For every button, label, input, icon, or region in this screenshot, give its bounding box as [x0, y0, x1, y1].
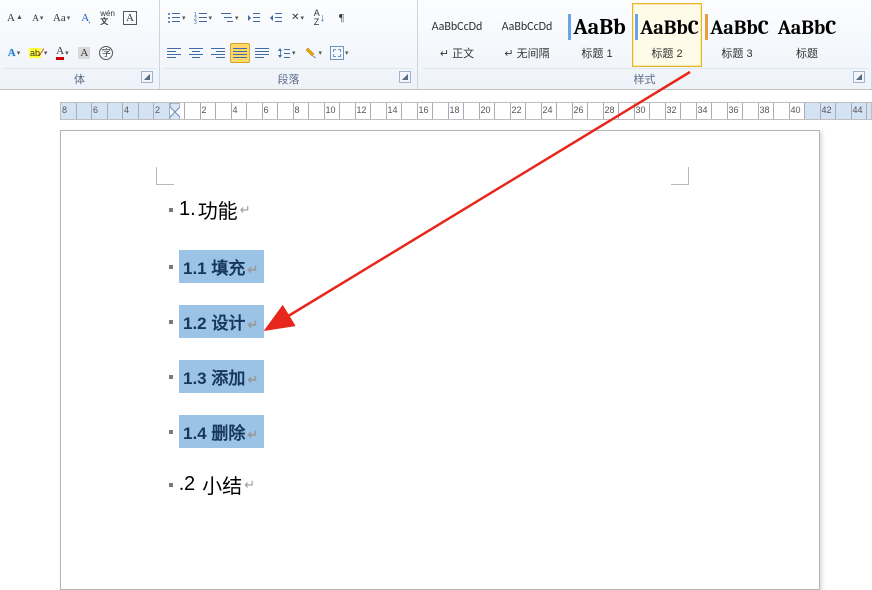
multilevel-list-button[interactable]: ▾: [217, 8, 242, 28]
document-content[interactable]: 1. 功能 ↵ 1.1 填充↵ 1.2 设计↵ 1.3 添加↵ 1.4 删除↵: [169, 195, 569, 525]
show-formatting-button[interactable]: ¶: [332, 8, 352, 28]
paragraph-mark-icon: ↵: [244, 477, 255, 493]
style-heading-2[interactable]: AaBbC 标题 2: [632, 3, 702, 67]
decrease-indent-button[interactable]: [244, 8, 264, 28]
style-heading-1[interactable]: AaBb 标题 1: [562, 3, 632, 67]
character-shading-button[interactable]: A: [74, 43, 94, 63]
align-center-button[interactable]: [186, 43, 206, 63]
hanging-indent-marker[interactable]: [170, 112, 180, 120]
font-group: A▲ A▾ Aa▾ A͎ wén文 A A▾ ab⁄▾ A▾ A 字 体 ◢: [0, 0, 160, 89]
outline-bullet-icon: [169, 320, 173, 324]
heading-text: 小结: [202, 470, 242, 499]
font-color-button[interactable]: A▾: [52, 43, 72, 63]
paragraph-mark-icon: ↵: [240, 202, 251, 218]
styles-gallery: AaBbCcDd ↵ 正文 AaBbCcDd ↵ 无间隔 AaBb 标题 1 A…: [422, 3, 867, 67]
heading-2-para[interactable]: 1.1 填充↵: [169, 250, 569, 283]
text-effects-button[interactable]: A▾: [4, 43, 24, 63]
paragraph-group-label: 段落 ◢: [164, 68, 413, 89]
shading-button[interactable]: ▾: [301, 43, 326, 63]
margin-corner-top-right: [671, 167, 689, 185]
heading-number: 1.: [179, 198, 196, 221]
enclose-characters-button[interactable]: 字: [96, 43, 116, 63]
outline-bullet-icon: [169, 483, 173, 487]
sort-button[interactable]: AZ↓: [310, 8, 330, 28]
styles-group-label: 样式 ◢: [422, 68, 867, 89]
increase-indent-button[interactable]: [266, 8, 286, 28]
margin-corner-top-left: [156, 167, 174, 185]
heading-1-para[interactable]: .2 小结 ↵: [169, 470, 569, 499]
character-border-button[interactable]: A: [120, 8, 140, 28]
numbering-button[interactable]: 123▾: [191, 8, 216, 28]
align-right-button[interactable]: [208, 43, 228, 63]
asian-layout-button[interactable]: ✕▾: [288, 8, 308, 28]
font-dialog-launcher[interactable]: ◢: [141, 71, 153, 83]
grow-font-button[interactable]: A▲: [4, 8, 26, 28]
ribbon: A▲ A▾ Aa▾ A͎ wén文 A A▾ ab⁄▾ A▾ A 字 体 ◢ ▾: [0, 0, 872, 90]
border-icon: [330, 46, 344, 60]
style-title[interactable]: AaBbC 标题: [772, 3, 842, 67]
document-page[interactable]: 1. 功能 ↵ 1.1 填充↵ 1.2 设计↵ 1.3 添加↵ 1.4 删除↵: [60, 130, 820, 590]
outline-bullet-icon: [169, 208, 173, 212]
outline-bullet-icon: [169, 430, 173, 434]
align-left-button[interactable]: [164, 43, 184, 63]
heading-2-para[interactable]: 1.2 设计↵: [169, 305, 569, 338]
shrink-font-button[interactable]: A▾: [28, 8, 48, 28]
heading-1-para[interactable]: 1. 功能 ↵: [169, 195, 569, 224]
style-heading-3[interactable]: AaBbC 标题 3: [702, 3, 772, 67]
font-group-label: 体 ◢: [4, 68, 155, 89]
align-justify-button[interactable]: [230, 43, 250, 63]
styles-group: AaBbCcDd ↵ 正文 AaBbCcDd ↵ 无间隔 AaBb 标题 1 A…: [418, 0, 872, 89]
change-case-button[interactable]: Aa▾: [50, 8, 73, 28]
clear-formatting-button[interactable]: A͎: [75, 8, 95, 28]
heading-number: 2: [184, 473, 195, 496]
highlight-color-button[interactable]: ab⁄▾: [26, 43, 50, 63]
horizontal-ruler[interactable]: 8 6 4 2 2 4 6 8 10 12 14 16 18: [60, 102, 872, 120]
outline-bullet-icon: [169, 375, 173, 379]
bullets-button[interactable]: ▾: [164, 8, 189, 28]
style-normal[interactable]: AaBbCcDd ↵ 正文: [422, 3, 492, 67]
heading-2-para[interactable]: 1.4 删除↵: [169, 415, 569, 448]
phonetic-guide-button[interactable]: wén文: [97, 8, 118, 28]
paragraph-group: ▾ 123▾ ▾ ✕▾ AZ↓ ¶ ▾ ▾ ▾ 段落 ◢: [160, 0, 418, 89]
document-area: 8 6 4 2 2 4 6 8 10 12 14 16 18: [0, 90, 872, 517]
line-spacing-button[interactable]: ▾: [274, 43, 299, 63]
style-no-spacing[interactable]: AaBbCcDd ↵ 无间隔: [492, 3, 562, 67]
borders-button[interactable]: ▾: [327, 43, 352, 63]
paragraph-dialog-launcher[interactable]: ◢: [399, 71, 411, 83]
heading-2-para[interactable]: 1.3 添加↵: [169, 360, 569, 393]
align-distributed-button[interactable]: [252, 43, 272, 63]
heading-text: 功能: [198, 195, 238, 224]
outline-bullet-icon: [169, 265, 173, 269]
styles-dialog-launcher[interactable]: ◢: [853, 71, 865, 83]
svg-text:3: 3: [194, 20, 197, 25]
